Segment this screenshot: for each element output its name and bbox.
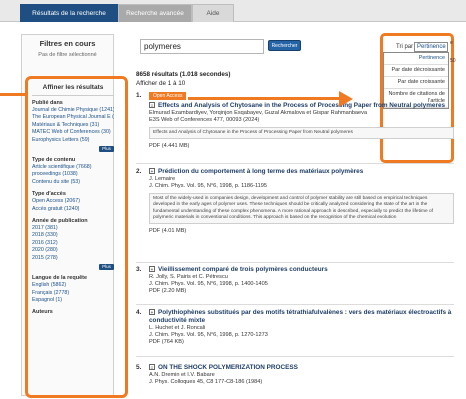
facet-heading: Année de publication xyxy=(32,218,88,225)
result-journal: E3S Web of Conferences 477, 00093 (2024) xyxy=(149,117,260,123)
facet-content-type: Type de contenu Article scientifique (76… xyxy=(32,157,114,186)
tab-search-results[interactable]: Résultats de la recherche xyxy=(20,4,118,22)
result-pdf-link[interactable]: PDF (2.20 MB) xyxy=(149,288,454,295)
refine-results-title: Affiner les résultats xyxy=(32,82,114,96)
result-journal: J. Chim. Phys. Vol. 95, N°6, 1998, p. 11… xyxy=(149,183,268,189)
facet-heading: Langue de la requête xyxy=(32,275,88,282)
document-icon: ≡ xyxy=(149,364,155,371)
facet-item[interactable]: 2020 (280) xyxy=(32,247,114,254)
result-authors: L. Huchet et J. Roncali xyxy=(149,325,206,331)
facet-item[interactable]: 2017 (381) xyxy=(32,225,114,232)
search-input[interactable]: polymeres xyxy=(140,39,264,54)
facet-item[interactable]: Open Access (2067) xyxy=(32,198,114,205)
tab-help[interactable]: Aide xyxy=(192,4,234,22)
result-number: 3. xyxy=(136,266,142,273)
expand-icon[interactable]: + xyxy=(149,266,155,273)
result-title-text[interactable]: Polythiophènes substitués par des motifs… xyxy=(149,309,451,324)
facet-item[interactable]: MATEC Web of Conferences (30) xyxy=(32,129,114,136)
result-abstract: Most of the widely-used in companies des… xyxy=(149,193,454,225)
facet-item[interactable]: Accès gratuit (1240) xyxy=(32,206,114,213)
result-separator xyxy=(136,262,454,263)
result-pdf-link[interactable]: PDF (4.01 MB) xyxy=(149,228,454,234)
facet-item[interactable]: Europhysics Letters (59) xyxy=(32,137,114,144)
result-journal: J. Chim. Phys. Vol. 95, N°6, 1998, p. 14… xyxy=(149,281,268,287)
facet-item[interactable]: Contenu du site (53) xyxy=(32,179,114,186)
result-title[interactable]: + Prédiction du comportement à long terme… xyxy=(149,168,454,176)
expand-icon[interactable]: + xyxy=(149,168,155,175)
facet-language: Langue de la requête English (5862) Fran… xyxy=(32,275,114,304)
sort-option[interactable]: Par date décroissante xyxy=(384,65,448,77)
result-separator xyxy=(136,163,454,164)
highlight-arrow-left xyxy=(0,93,25,96)
facet-item[interactable]: 2018 (330) xyxy=(32,232,114,239)
expand-icon[interactable]: + xyxy=(149,309,155,316)
results-per-page[interactable]: 50 xyxy=(450,58,456,64)
document-icon: ≡ xyxy=(149,102,155,109)
facet-published-in: Publié dans Journal de Chimie Physique (… xyxy=(32,100,114,153)
facet-item[interactable]: Français (2778) xyxy=(32,290,114,297)
open-access-badge: Open Access xyxy=(149,92,187,100)
result-authors: A.N. Dremin et I.V. Babare xyxy=(149,372,215,378)
more-button[interactable]: Plus xyxy=(99,146,114,153)
result-title-text[interactable]: Effects and Analysis of Chytosane in the… xyxy=(158,102,445,109)
facet-item[interactable]: The European Physical Journal E (40) xyxy=(32,114,114,121)
highlight-arrowhead xyxy=(339,91,353,107)
edge-char: e xyxy=(450,40,453,46)
tab-bar: Résultats de la recherche Recherche avan… xyxy=(0,0,466,22)
results-range: Afficher de 1 à 10 xyxy=(136,80,186,87)
result-number: 5. xyxy=(136,364,142,371)
result-pdf-link[interactable]: PDF (4.441 MB) xyxy=(149,143,454,149)
result-title[interactable]: ≡ Effects and Analysis of Chytosane in th… xyxy=(149,102,454,110)
tab-advanced-search[interactable]: Recherche avancée xyxy=(118,4,192,22)
result-abstract: Effects and Analysis of Chytosane in the… xyxy=(149,127,454,140)
result-authors: Elmurad Ezambardiyev, Yorqinjon Esqabaye… xyxy=(149,110,368,116)
facet-publication-year: Année de publication 2017 (381) 2018 (33… xyxy=(32,218,114,271)
sort-select[interactable]: Pertinence xyxy=(414,42,448,52)
result-separator xyxy=(136,356,454,357)
current-filters-empty: Pas de filtre sélectionné xyxy=(38,52,97,58)
result-title[interactable]: + Vieillissement comparé de trois polymèr… xyxy=(149,266,454,274)
highlight-arrow-right xyxy=(188,97,339,100)
result-journal: J. Phys. Colloques 45, C8 177-C8-186 (19… xyxy=(149,379,263,385)
search-button[interactable]: Rechercher xyxy=(268,40,301,51)
current-filters: Filtres en cours Pas de filtre sélection… xyxy=(22,35,113,58)
result-number: 2. xyxy=(136,168,142,175)
sort-option[interactable]: Pertinence xyxy=(384,53,448,65)
facet-heading: Auteurs xyxy=(32,309,53,316)
facet-heading: Publié dans xyxy=(32,100,63,106)
facet-item[interactable]: Espagnol (1) xyxy=(32,297,114,304)
result-authors: R. Jolly, S. Pairis et C. Pétrescu xyxy=(149,274,228,280)
result-pdf-link[interactable]: PDF (764 KB) xyxy=(149,339,454,346)
facet-item[interactable]: English (5862) xyxy=(32,282,114,289)
result-title[interactable]: ≡ ON THE SHOCK POLYMERIZATION PROCESS xyxy=(149,364,454,372)
result-journal: J. Chim. Phys. Vol. 95, N°6, 1998, p. 12… xyxy=(149,332,268,338)
results-count: 8658 résultats (1.018 secondes) xyxy=(136,71,231,78)
sort-option[interactable]: Par date croissante xyxy=(384,77,448,89)
facet-heading: Type de contenu xyxy=(32,157,76,164)
facet-authors: Auteurs xyxy=(32,309,114,315)
current-filters-title: Filtres en cours xyxy=(39,39,96,48)
result-title[interactable]: + Polythiophènes substitués par des motif… xyxy=(149,309,454,325)
facet-item[interactable]: 2016 (312) xyxy=(32,240,114,247)
facet-item[interactable]: Matériaux & Techniques (31) xyxy=(32,122,114,129)
result-separator xyxy=(136,304,454,305)
result-authors: J. Lemaire xyxy=(149,176,176,182)
facet-item[interactable]: 2015 (278) xyxy=(32,255,114,262)
refine-results-panel: Affiner les résultats Publié dans Journa… xyxy=(25,76,128,398)
result-title-text[interactable]: ON THE SHOCK POLYMERIZATION PROCESS xyxy=(158,364,298,371)
result-title-text[interactable]: Prédiction du comportement à long terme … xyxy=(158,168,363,175)
result-number: 4. xyxy=(136,309,142,316)
facet-heading: Type d'accès xyxy=(32,191,66,198)
facet-item[interactable]: Article scientifique (7668) xyxy=(32,164,114,171)
facet-item[interactable]: Journal de Chimie Physique (1241) xyxy=(32,107,114,114)
result-number: 1. xyxy=(136,92,142,99)
facet-access-type: Type d'accès Open Access (2067) Accès gr… xyxy=(32,191,114,213)
more-button[interactable]: Plus xyxy=(99,264,114,271)
facet-item[interactable]: proceedings (1038) xyxy=(32,171,114,178)
result-title-text[interactable]: Vieillissement comparé de trois polymère… xyxy=(158,266,328,273)
sort-label: Tri par xyxy=(396,44,414,50)
